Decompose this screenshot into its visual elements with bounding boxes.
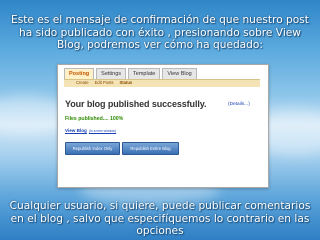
subtab-list: Create Edit Posts Status	[76, 80, 132, 86]
republish-entire-button[interactable]: Republish Entire Blog	[122, 142, 179, 155]
tab-view-blog[interactable]: View Blog	[162, 68, 197, 79]
subtab-edit-posts[interactable]: Edit Posts	[95, 80, 114, 86]
tab-template[interactable]: Template	[128, 68, 161, 79]
tab-bar: Posting Settings Template View Blog	[64, 68, 197, 79]
new-window-link[interactable]: (in a new window)	[89, 129, 116, 133]
view-blog-row: View Blog (in a new window)	[65, 128, 116, 133]
caption-top: Este es el mensaje de confirmación de qu…	[11, 14, 309, 52]
subtab-create[interactable]: Create	[76, 80, 89, 86]
view-blog-link[interactable]: View Blog	[65, 128, 87, 133]
publish-success-title: Your blog published successfully.	[65, 99, 207, 109]
subtab-status[interactable]: Status	[119, 80, 132, 86]
files-published-status: Files published.... 100%	[65, 116, 124, 122]
tab-posting[interactable]: Posting	[64, 68, 95, 79]
details-link[interactable]: (Details...)	[228, 102, 250, 107]
caption-bottom: Cualquier usuario, si quiere, puede publ…	[9, 200, 311, 238]
tab-settings[interactable]: Settings	[96, 68, 127, 79]
republish-index-button[interactable]: Republish Index Only	[65, 142, 120, 155]
blogger-screenshot: Posting Settings Template View Blog Crea…	[57, 64, 269, 188]
